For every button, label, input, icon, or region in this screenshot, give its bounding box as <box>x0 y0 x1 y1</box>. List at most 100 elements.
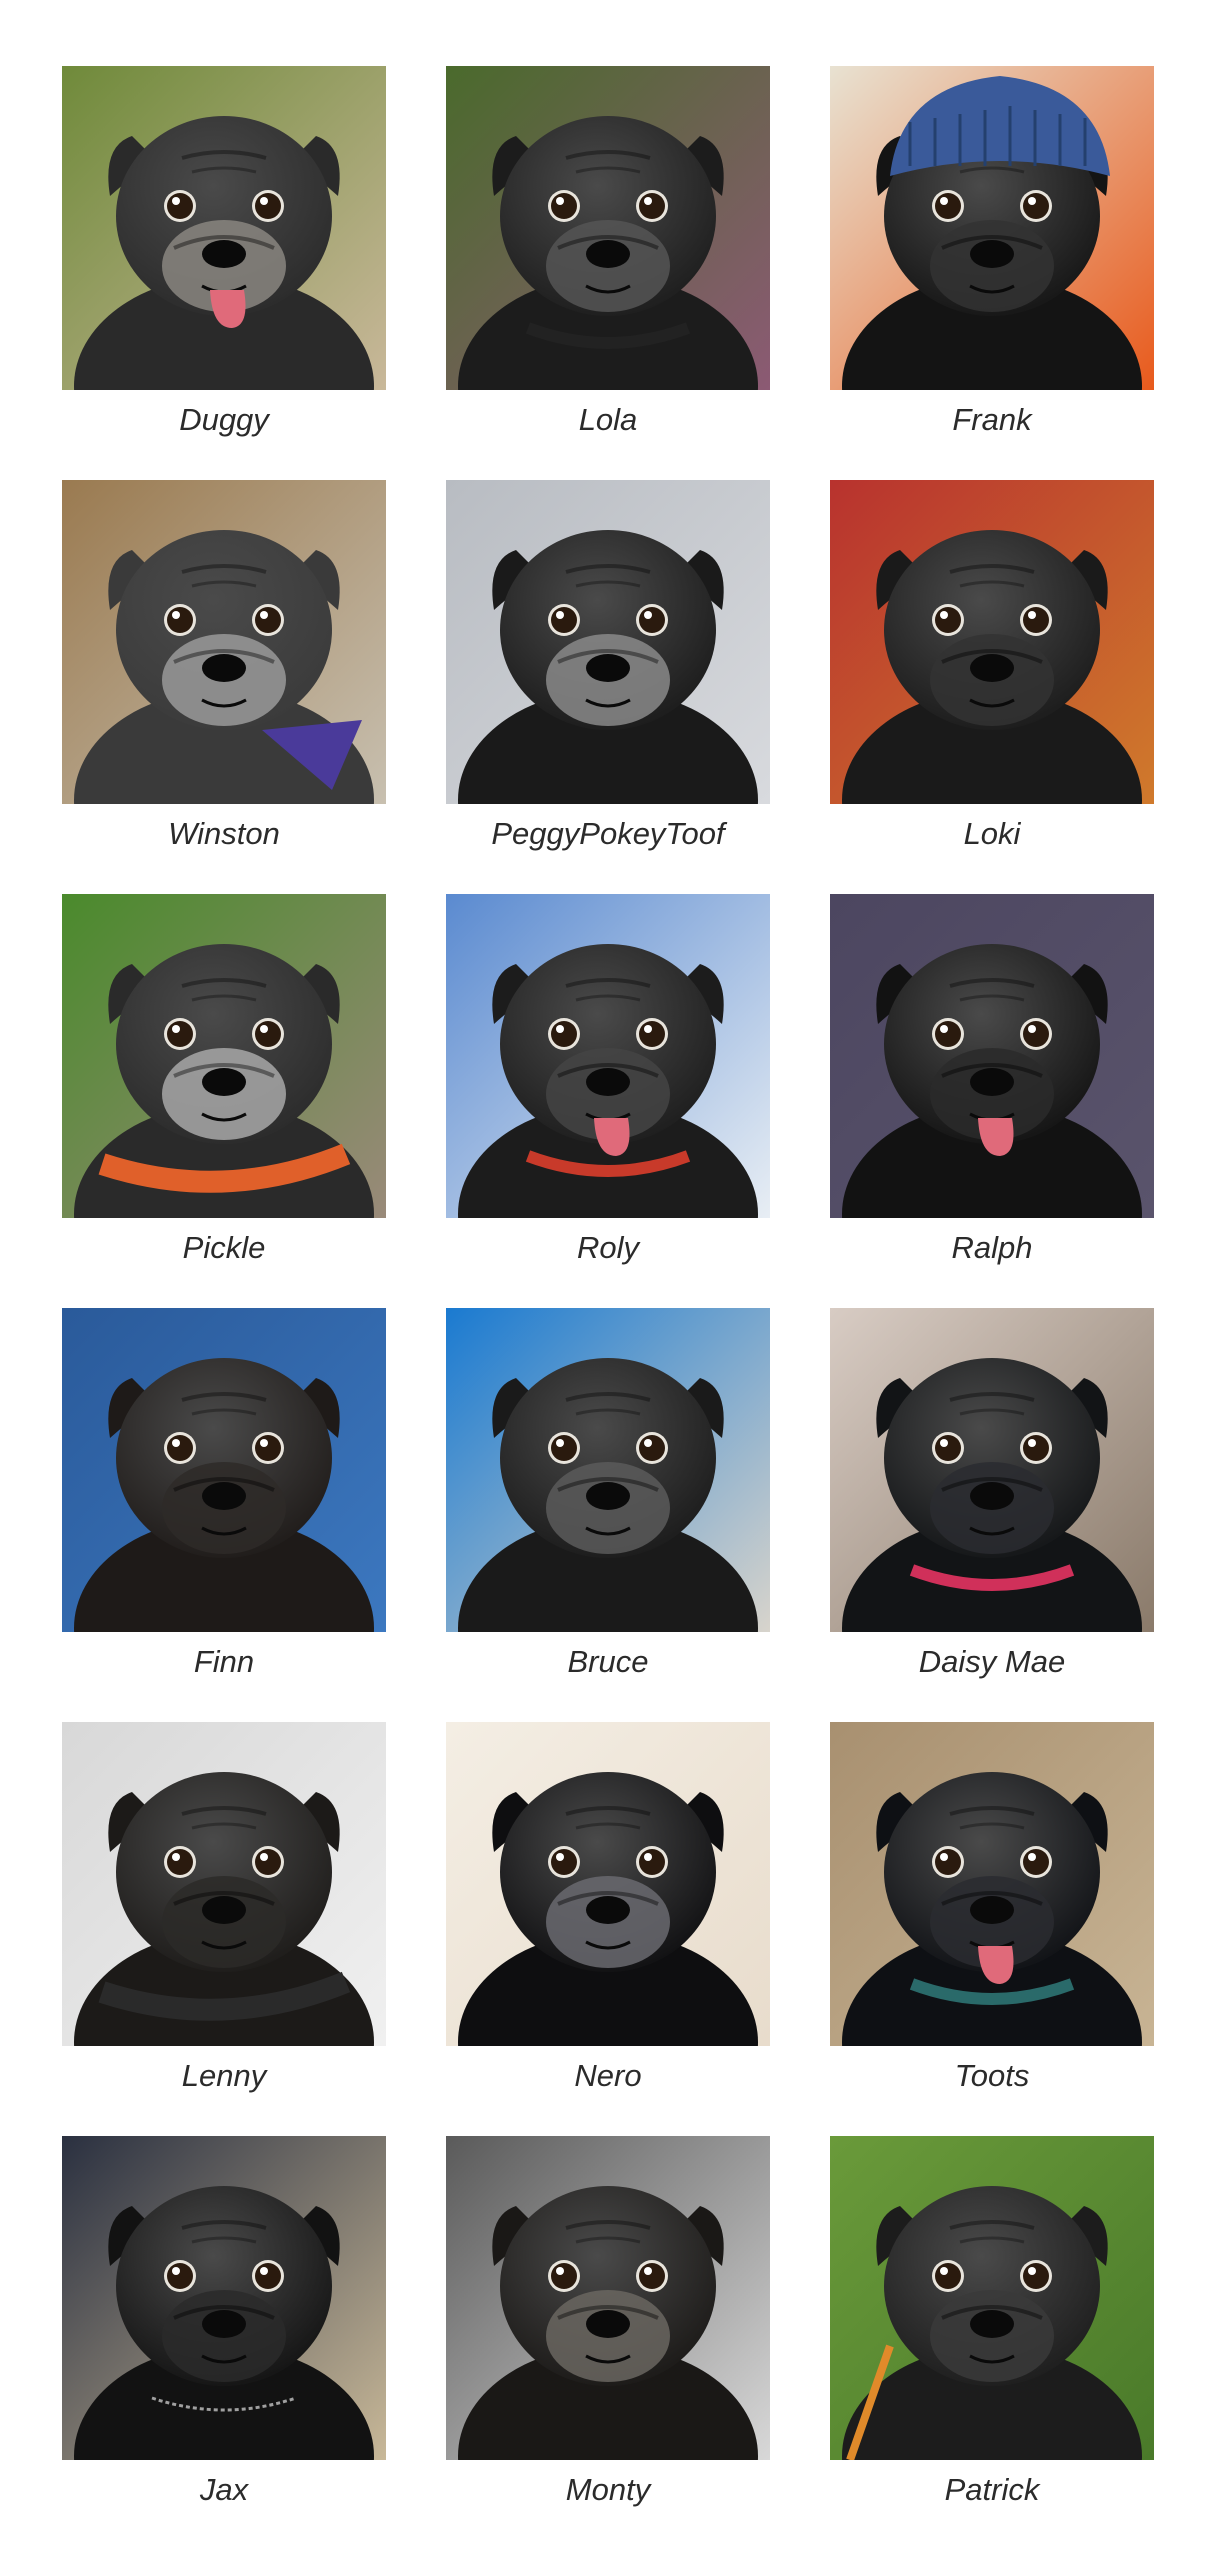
pug-nose <box>970 1896 1014 1924</box>
pug-portrait-image <box>830 894 1154 1218</box>
pug-photo[interactable] <box>62 894 386 1218</box>
pug-card: Daisy Mae <box>830 1308 1154 1722</box>
pug-portrait-image <box>446 1722 770 2046</box>
pug-card: Roly <box>446 894 770 1308</box>
pug-card: PeggyPokeyToof <box>446 480 770 894</box>
pug-eye-iris <box>255 1435 281 1461</box>
pug-card: Patrick <box>830 2136 1154 2550</box>
pug-name-caption: Roly <box>576 1230 639 1265</box>
pug-eye-highlight <box>556 1025 564 1033</box>
pug-nose <box>202 240 246 268</box>
pug-eye-highlight <box>644 1853 652 1861</box>
pug-eye-highlight <box>1028 1853 1036 1861</box>
pug-nose <box>202 2310 246 2338</box>
pug-photo[interactable] <box>62 480 386 804</box>
pug-card: Finn <box>62 1308 386 1722</box>
pug-eye-iris <box>935 607 961 633</box>
pug-eye-iris <box>167 1021 193 1047</box>
pug-card: Toots <box>830 1722 1154 2136</box>
pug-eye-iris <box>639 2263 665 2289</box>
pug-photo[interactable] <box>62 66 386 390</box>
pug-eye-highlight <box>260 1439 268 1447</box>
pug-portrait-image <box>62 1722 386 2046</box>
pug-name-caption: Nero <box>574 2058 642 2093</box>
pug-portrait-image <box>62 1308 386 1632</box>
pug-nose <box>202 654 246 682</box>
pug-photo[interactable] <box>62 1308 386 1632</box>
pug-portrait-image <box>446 66 770 390</box>
pug-photo[interactable] <box>830 1722 1154 2046</box>
pug-eye-iris <box>551 193 577 219</box>
pug-nose <box>586 1482 630 1510</box>
pug-eye-iris <box>1023 193 1049 219</box>
pug-card: Ralph <box>830 894 1154 1308</box>
pug-photo[interactable] <box>446 480 770 804</box>
pug-name-caption: Toots <box>954 2058 1030 2093</box>
pug-portrait-image <box>62 894 386 1218</box>
pug-eye-iris <box>255 1849 281 1875</box>
pug-photo[interactable] <box>446 2136 770 2460</box>
pug-photo[interactable] <box>62 1722 386 2046</box>
pug-eye-highlight <box>172 1439 180 1447</box>
pug-photo[interactable] <box>830 2136 1154 2460</box>
pug-card: Lola <box>446 66 770 480</box>
pug-card: Lenny <box>62 1722 386 2136</box>
pug-name-caption: Lenny <box>181 2058 267 2093</box>
pug-nose <box>586 654 630 682</box>
pug-nose <box>970 240 1014 268</box>
pug-eye-highlight <box>260 197 268 205</box>
pug-photo[interactable] <box>830 894 1154 1218</box>
pug-portrait-image <box>62 66 386 390</box>
pug-eye-iris <box>551 2263 577 2289</box>
pug-eye-highlight <box>940 2267 948 2275</box>
pug-photo[interactable] <box>446 1722 770 2046</box>
pug-eye-iris <box>935 2263 961 2289</box>
pug-gallery-page: { "gallery": { "pugs": [ {"name": "Duggy… <box>0 0 1216 2560</box>
pug-photo[interactable] <box>830 1308 1154 1632</box>
pug-photo[interactable] <box>446 66 770 390</box>
pug-name-caption: Finn <box>193 1644 255 1679</box>
pug-name-caption: Duggy <box>179 402 269 437</box>
pug-name-caption: Bruce <box>567 1644 649 1679</box>
pug-nose <box>202 1896 246 1924</box>
pug-portrait-image <box>830 66 1154 390</box>
pug-name-caption: Daisy Mae <box>918 1644 1066 1679</box>
pug-nose <box>202 1068 246 1096</box>
pug-eye-highlight <box>1028 1439 1036 1447</box>
pug-eye-iris <box>255 607 281 633</box>
pug-eye-iris <box>551 1021 577 1047</box>
pug-eye-highlight <box>1028 2267 1036 2275</box>
pug-name-caption: Ralph <box>951 1230 1033 1265</box>
pug-eye-highlight <box>940 1439 948 1447</box>
pug-photo[interactable] <box>830 66 1154 390</box>
pug-eye-highlight <box>1028 611 1036 619</box>
pug-eye-highlight <box>260 611 268 619</box>
pug-eye-highlight <box>172 611 180 619</box>
pug-eye-highlight <box>1028 197 1036 205</box>
pug-card: Nero <box>446 1722 770 2136</box>
pug-card: Jax <box>62 2136 386 2550</box>
pug-card: Winston <box>62 480 386 894</box>
pug-nose <box>586 2310 630 2338</box>
pug-eye-highlight <box>556 611 564 619</box>
pug-eye-highlight <box>556 197 564 205</box>
pug-eye-highlight <box>1028 1025 1036 1033</box>
pug-eye-iris <box>255 193 281 219</box>
pug-photo[interactable] <box>830 480 1154 804</box>
pug-eye-iris <box>935 1849 961 1875</box>
pug-eye-iris <box>935 1021 961 1047</box>
pug-eye-iris <box>1023 1849 1049 1875</box>
pug-eye-iris <box>639 1849 665 1875</box>
pug-portrait-image <box>446 894 770 1218</box>
pug-name-caption: Winston <box>168 816 280 851</box>
pug-eye-highlight <box>940 197 948 205</box>
pug-portrait-image <box>830 2136 1154 2460</box>
pug-eye-iris <box>1023 1435 1049 1461</box>
pug-eye-highlight <box>172 2267 180 2275</box>
pug-photo[interactable] <box>446 894 770 1218</box>
pug-photo[interactable] <box>62 2136 386 2460</box>
pug-portrait-image <box>62 2136 386 2460</box>
pug-photo[interactable] <box>446 1308 770 1632</box>
pug-eye-iris <box>167 193 193 219</box>
pug-eye-highlight <box>260 2267 268 2275</box>
